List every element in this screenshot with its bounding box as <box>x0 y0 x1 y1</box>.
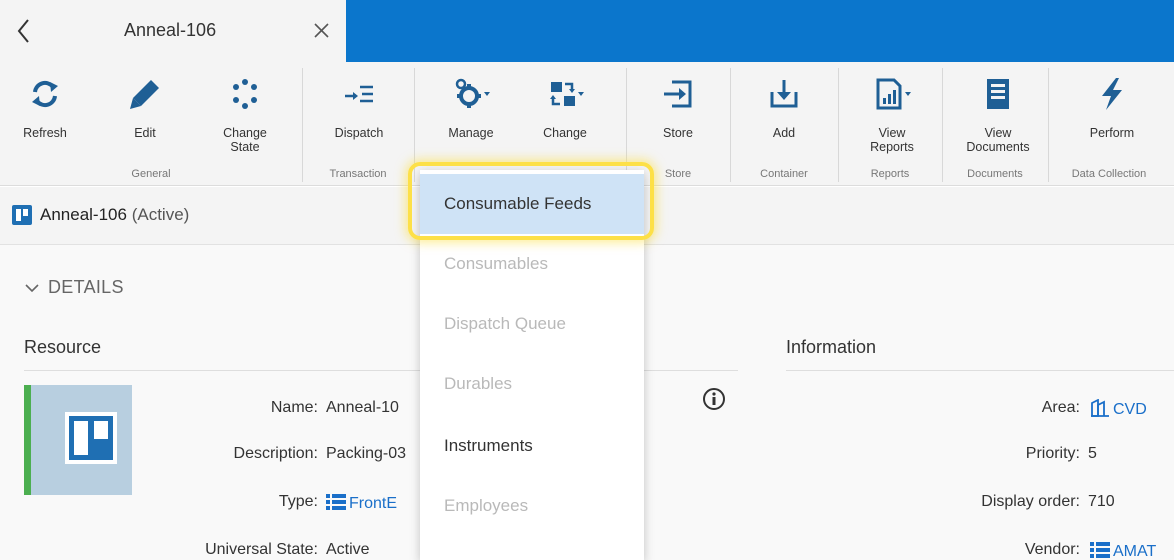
dispatch-label: Dispatch <box>334 126 384 140</box>
refresh-icon <box>32 80 58 108</box>
change-label: Change <box>543 126 587 140</box>
manage-dropdown-menu: Consumable Feeds Consumables Dispatch Qu… <box>420 170 644 560</box>
back-chevron-icon[interactable] <box>12 16 36 46</box>
swap-icon <box>550 82 584 106</box>
details-section-toggle[interactable]: DETAILS <box>48 277 124 298</box>
download-tray-icon <box>770 80 798 108</box>
store-button[interactable]: Store <box>636 62 720 162</box>
name-label: Name: <box>270 399 318 416</box>
display-order-value: 710 <box>1088 493 1115 510</box>
toolbar-divider <box>730 68 731 182</box>
document-icon <box>987 79 1009 109</box>
vendor-value[interactable]: AMAT <box>1090 541 1156 560</box>
group-label-reports: Reports <box>870 168 910 180</box>
toolbar-divider <box>942 68 943 182</box>
group-label-container: Container <box>760 168 808 180</box>
tab-anneal-106[interactable]: Anneal-106 <box>0 0 346 62</box>
area-link[interactable]: CVD <box>1113 401 1147 418</box>
group-label-general: General <box>131 168 171 180</box>
vendor-label: Vendor: <box>1024 541 1080 558</box>
entity-name: Anneal-106 <box>40 205 127 224</box>
toolbar-divider <box>838 68 839 182</box>
type-value[interactable]: FrontE <box>326 493 397 513</box>
priority-label: Priority: <box>1025 445 1080 462</box>
factory-icon <box>1091 399 1109 417</box>
ribbon-toolbar: Refresh Edit Change State General Dispat… <box>0 62 1174 186</box>
chevron-down-icon[interactable] <box>24 281 40 295</box>
view-reports-label: View Reports <box>870 126 914 154</box>
change-button[interactable]: Change <box>520 62 610 162</box>
edit-button[interactable]: Edit <box>104 62 186 162</box>
list-icon <box>1090 542 1110 558</box>
report-chart-icon <box>876 78 911 110</box>
menu-item-instruments[interactable]: Instruments <box>420 416 644 476</box>
view-documents-label: View Documents <box>966 126 1030 154</box>
tab-bar: Anneal-106 <box>0 0 1174 62</box>
manage-label: Manage <box>448 126 494 140</box>
refresh-button[interactable]: Refresh <box>4 62 86 162</box>
group-label-data-collection: Data Collection <box>1071 168 1147 180</box>
menu-item-employees[interactable]: Employees <box>420 476 644 536</box>
view-documents-button[interactable]: View Documents <box>950 62 1046 162</box>
priority-value: 5 <box>1088 445 1097 462</box>
name-value: Anneal-10 <box>326 399 399 416</box>
menu-item-consumable-feeds[interactable]: Consumable Feeds <box>420 174 644 234</box>
vendor-link[interactable]: AMAT <box>1113 543 1156 560</box>
tab-title: Anneal-106 <box>124 20 217 40</box>
toolbar-divider <box>626 68 627 182</box>
store-label: Store <box>663 126 693 140</box>
refresh-label: Refresh <box>23 126 67 140</box>
gears-icon <box>455 78 490 108</box>
entity-title: Anneal-106 (Active) <box>40 205 189 225</box>
group-label-documents: Documents <box>967 168 1023 180</box>
menu-item-consumables[interactable]: Consumables <box>420 234 644 294</box>
store-icon <box>664 80 692 108</box>
pencil-icon <box>130 80 159 109</box>
resource-icon <box>12 205 32 225</box>
universal-state-label: Universal State: <box>205 541 318 558</box>
lightning-icon <box>1102 78 1122 110</box>
perform-label: Perform <box>1089 126 1135 140</box>
divider <box>786 370 1174 371</box>
resource-image <box>24 385 132 495</box>
add-label: Add <box>772 126 796 140</box>
dispatch-button[interactable]: Dispatch <box>314 62 404 162</box>
description-label: Description: <box>233 445 318 462</box>
toolbar-divider <box>414 68 415 182</box>
resource-glyph <box>65 412 117 464</box>
perform-button[interactable]: Perform <box>1058 62 1166 162</box>
change-state-icon <box>233 79 257 109</box>
add-button[interactable]: Add <box>740 62 828 162</box>
manage-button[interactable]: Manage <box>426 62 516 162</box>
description-value: Packing-03 <box>326 445 407 462</box>
toolbar-divider <box>1048 68 1049 182</box>
information-heading: Information <box>786 337 877 357</box>
area-value[interactable]: CVD <box>1090 399 1147 419</box>
display-order-label: Display order: <box>981 493 1080 510</box>
info-icon[interactable] <box>702 387 726 411</box>
menu-item-dispatch-queue[interactable]: Dispatch Queue <box>420 294 644 354</box>
type-link[interactable]: FrontE <box>349 495 397 512</box>
resource-heading: Resource <box>24 337 102 357</box>
toolbar-divider <box>302 68 303 182</box>
menu-item-durables[interactable]: Durables <box>420 354 644 414</box>
change-state-button[interactable]: Change State <box>204 62 286 162</box>
dispatch-icon <box>345 85 373 103</box>
area-label: Area: <box>1041 399 1080 416</box>
list-icon <box>326 494 346 510</box>
change-state-label: Change State <box>223 126 267 154</box>
universal-state-value: Active <box>326 541 370 558</box>
group-label-transaction: Transaction <box>329 168 387 180</box>
view-reports-button[interactable]: View Reports <box>846 62 938 162</box>
edit-label: Edit <box>134 126 156 140</box>
close-icon[interactable] <box>310 18 334 44</box>
type-label: Type: <box>278 493 318 510</box>
entity-status: (Active) <box>131 205 190 224</box>
